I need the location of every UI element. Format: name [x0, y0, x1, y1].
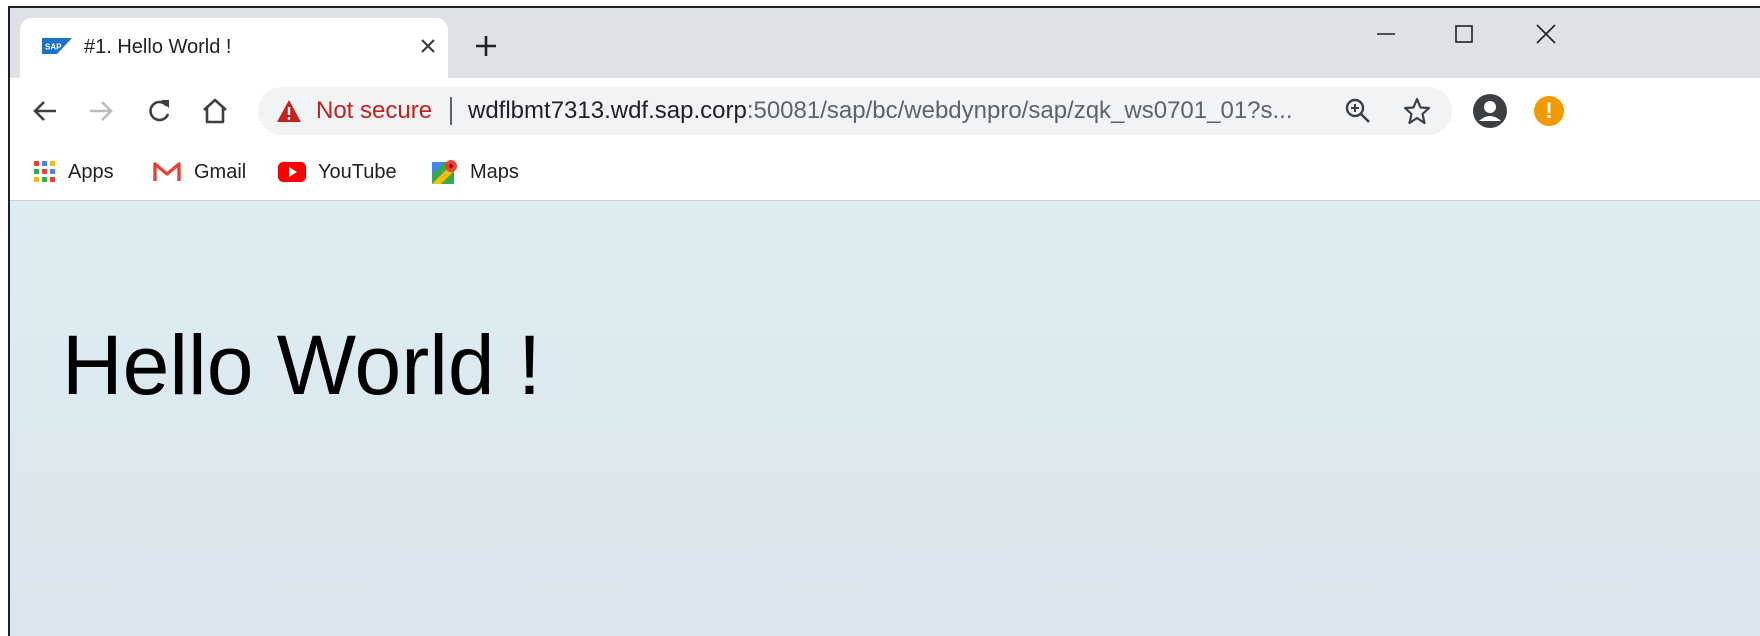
- back-button[interactable]: [26, 92, 64, 130]
- page-heading: Hello World !: [62, 318, 542, 412]
- apps-grid-icon: [34, 161, 55, 182]
- gmail-icon: [153, 162, 181, 181]
- tab-title: #1. Hello World !: [84, 36, 232, 58]
- window-close-button[interactable]: [1524, 16, 1568, 52]
- sap-logo-icon: SAP: [42, 38, 72, 54]
- bookmark-maps[interactable]: Maps: [432, 158, 519, 186]
- bookmark-label: Gmail: [194, 160, 247, 183]
- home-button[interactable]: [196, 92, 234, 130]
- minimize-button[interactable]: [1364, 16, 1408, 52]
- tab-close-button[interactable]: [412, 30, 444, 62]
- minimize-icon: [1377, 33, 1395, 35]
- url-path: :50081/sap/bc/webdynpro/sap/zqk_ws0701_0…: [746, 97, 1293, 124]
- plus-icon: [476, 36, 496, 56]
- menu-alert-icon[interactable]: !: [1534, 96, 1564, 126]
- home-icon: [203, 98, 227, 124]
- bookmark-label: Apps: [68, 160, 114, 183]
- svg-text:SAP: SAP: [45, 43, 62, 52]
- bookmarks-bar: Apps Gmail YouTube Maps: [10, 144, 1760, 201]
- maps-icon: [432, 160, 457, 184]
- profile-avatar-icon[interactable]: [1472, 93, 1508, 129]
- bookmark-star-icon[interactable]: [1402, 96, 1432, 126]
- tab-strip: SAP #1. Hello World !: [10, 8, 1760, 78]
- bookmark-gmail[interactable]: Gmail: [152, 158, 246, 186]
- bookmark-label: Maps: [470, 160, 519, 183]
- bookmark-label: YouTube: [318, 160, 397, 183]
- browser-window: SAP #1. Hello World ! Not secure wdflbmt…: [8, 6, 1760, 636]
- reload-icon: [149, 100, 170, 122]
- address-bar[interactable]: Not secure wdflbmt7313.wdf.sap.corp:5008…: [258, 87, 1452, 135]
- tab-active[interactable]: SAP #1. Hello World !: [20, 18, 448, 78]
- reload-button[interactable]: [140, 92, 178, 130]
- bookmark-apps[interactable]: Apps: [34, 158, 114, 186]
- arrow-left-icon: [33, 101, 56, 121]
- arrow-right-icon: [90, 101, 113, 121]
- page-content: Hello World !: [10, 201, 1760, 636]
- url-text[interactable]: wdflbmt7313.wdf.sap.corp:50081/sap/bc/we…: [468, 97, 1293, 125]
- maximize-button[interactable]: [1442, 16, 1486, 52]
- warning-icon: [277, 100, 301, 122]
- forward-button[interactable]: [82, 92, 120, 130]
- url-host: wdflbmt7313.wdf.sap.corp: [468, 97, 747, 124]
- omnibox-divider: [450, 97, 452, 125]
- close-icon: [1536, 24, 1556, 44]
- youtube-icon: [278, 162, 306, 182]
- not-secure-label[interactable]: Not secure: [316, 97, 432, 125]
- new-tab-button[interactable]: [470, 30, 502, 62]
- close-icon: [421, 39, 435, 53]
- bookmark-youtube[interactable]: YouTube: [278, 158, 397, 186]
- maximize-icon: [1455, 25, 1473, 43]
- zoom-icon[interactable]: [1344, 97, 1372, 125]
- browser-toolbar: Not secure wdflbmt7313.wdf.sap.corp:5008…: [10, 78, 1760, 144]
